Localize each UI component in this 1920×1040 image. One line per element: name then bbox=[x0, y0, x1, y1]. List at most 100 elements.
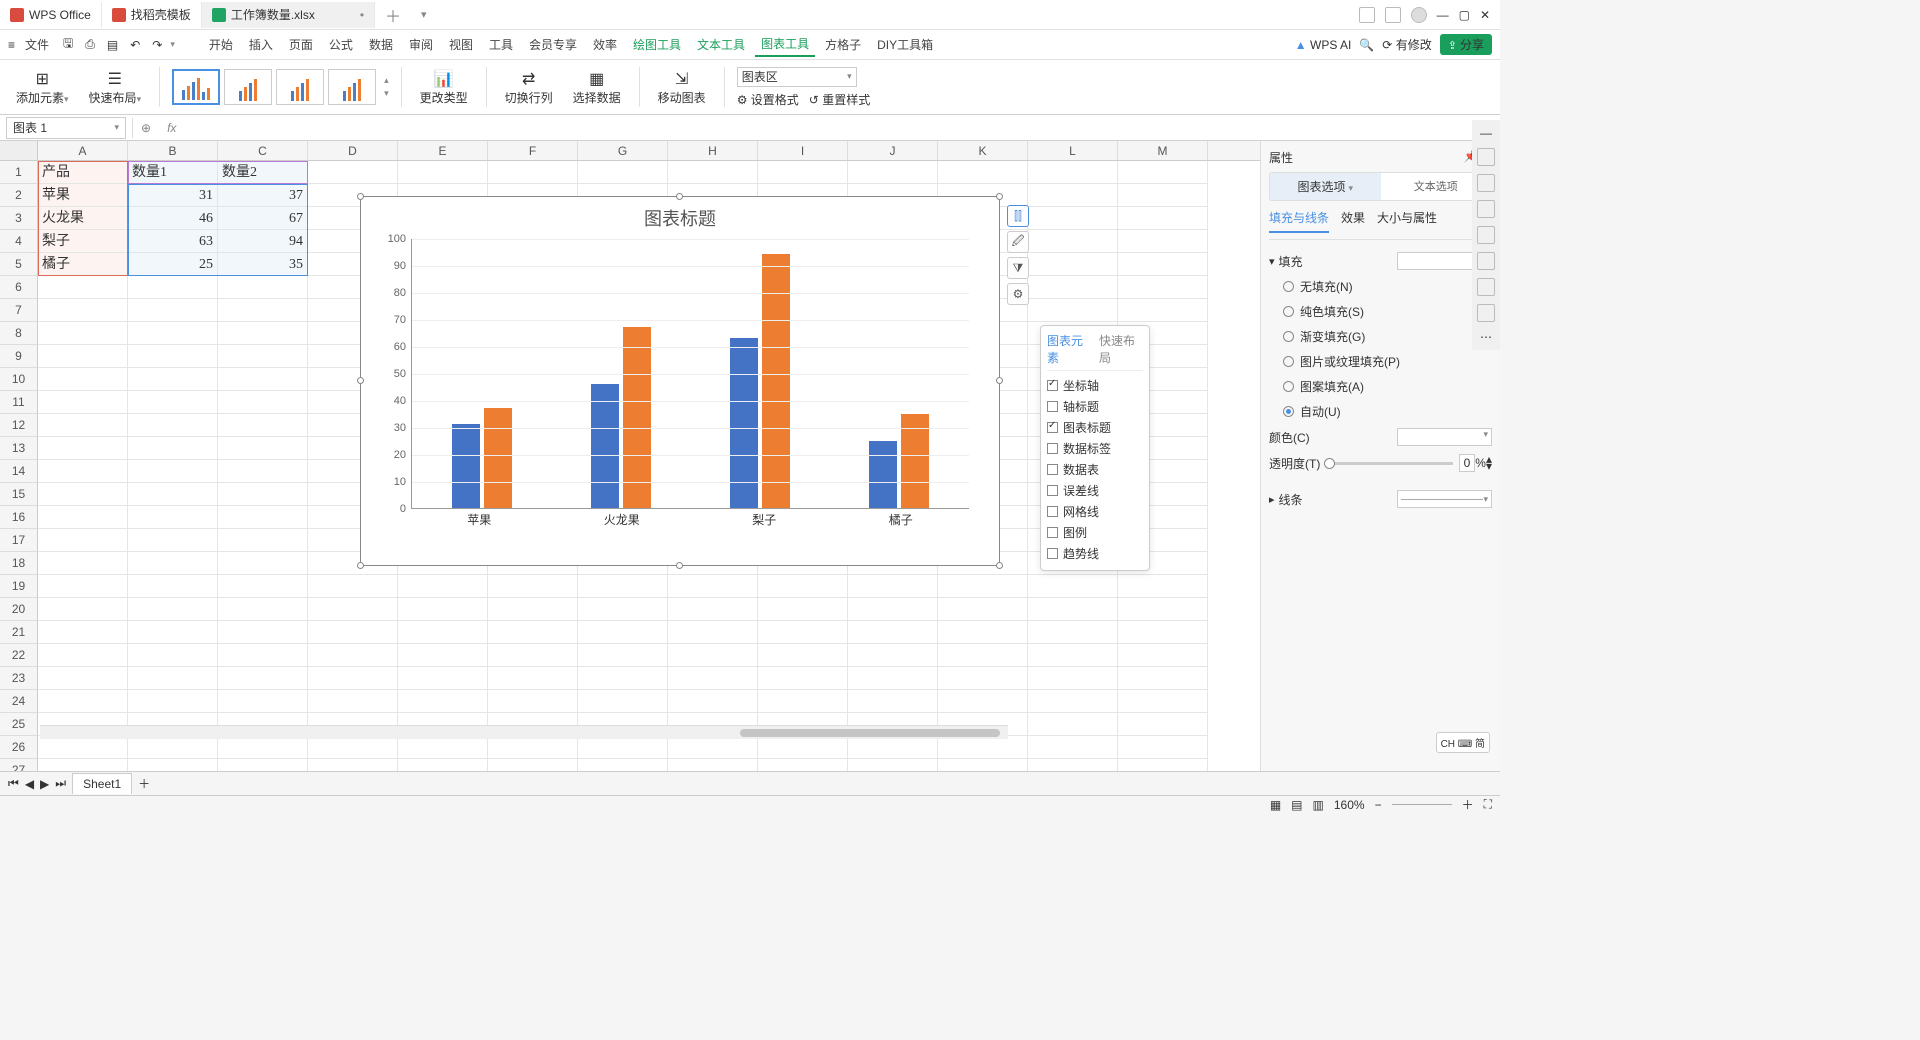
fill-option[interactable]: 自动(U) bbox=[1269, 399, 1492, 424]
opacity-value[interactable]: 0 bbox=[1459, 454, 1476, 472]
col-H[interactable]: H bbox=[668, 141, 758, 160]
cell[interactable] bbox=[848, 598, 938, 621]
line-section-header[interactable]: ▸ 线条▾ bbox=[1269, 486, 1492, 512]
cell[interactable] bbox=[578, 667, 668, 690]
cell[interactable] bbox=[218, 552, 308, 575]
cell[interactable] bbox=[1118, 276, 1208, 299]
cell[interactable] bbox=[128, 460, 218, 483]
file-tab[interactable]: 工作簿数量.xlsx• bbox=[202, 2, 375, 28]
menu-insert[interactable]: 插入 bbox=[243, 33, 279, 56]
cell[interactable] bbox=[128, 437, 218, 460]
sheet-first[interactable]: ⏮ bbox=[8, 776, 19, 791]
cell[interactable] bbox=[308, 690, 398, 713]
move-chart-button[interactable]: ⇲移动图表 bbox=[652, 63, 712, 111]
cell[interactable]: 63 bbox=[128, 230, 218, 253]
cell[interactable] bbox=[668, 575, 758, 598]
zoom-out[interactable]: − bbox=[1375, 798, 1382, 812]
maximize-icon[interactable]: ▢ bbox=[1459, 8, 1470, 22]
cell[interactable] bbox=[1028, 713, 1118, 736]
cell[interactable] bbox=[398, 598, 488, 621]
name-box[interactable]: 图表 1▾ bbox=[6, 117, 126, 139]
col-I[interactable]: I bbox=[758, 141, 848, 160]
row-header[interactable]: 1 bbox=[0, 161, 38, 184]
cell[interactable] bbox=[1118, 667, 1208, 690]
radio-icon[interactable] bbox=[1283, 306, 1294, 317]
cell[interactable] bbox=[218, 736, 308, 759]
color-picker[interactable]: ▾ bbox=[1397, 428, 1492, 446]
preview-icon[interactable]: ▤ bbox=[103, 38, 122, 52]
cell[interactable]: 火龙果 bbox=[38, 207, 128, 230]
chart-filter-button[interactable]: ⧩ bbox=[1007, 257, 1029, 279]
cell[interactable] bbox=[848, 736, 938, 759]
cell[interactable] bbox=[1118, 644, 1208, 667]
cell[interactable] bbox=[38, 483, 128, 506]
tool-shape[interactable] bbox=[1477, 252, 1495, 270]
sheet-tab-1[interactable]: Sheet1 bbox=[72, 773, 132, 794]
tool-style[interactable] bbox=[1477, 200, 1495, 218]
bar[interactable] bbox=[623, 327, 651, 508]
cell[interactable] bbox=[1028, 736, 1118, 759]
cell[interactable] bbox=[488, 575, 578, 598]
cell[interactable] bbox=[218, 667, 308, 690]
menu-diy[interactable]: DIY工具箱 bbox=[871, 33, 939, 56]
cell[interactable] bbox=[128, 621, 218, 644]
cell[interactable] bbox=[938, 598, 1028, 621]
cell[interactable] bbox=[218, 276, 308, 299]
subtab-size[interactable]: 大小与属性 bbox=[1377, 209, 1437, 233]
cell[interactable] bbox=[938, 667, 1028, 690]
menu-text[interactable]: 文本工具 bbox=[691, 33, 751, 56]
cell[interactable] bbox=[308, 161, 398, 184]
cell[interactable] bbox=[38, 529, 128, 552]
select-all-corner[interactable] bbox=[0, 141, 38, 160]
cell[interactable] bbox=[1028, 230, 1118, 253]
checkbox-icon[interactable] bbox=[1047, 527, 1058, 538]
cell[interactable] bbox=[128, 667, 218, 690]
modify-status[interactable]: ⟳ 有修改 bbox=[1382, 36, 1431, 53]
quick-layout-button[interactable]: ☰快速布局▾ bbox=[83, 63, 148, 111]
row-header[interactable]: 14 bbox=[0, 460, 38, 483]
chart-element-item[interactable]: 轴标题 bbox=[1047, 396, 1143, 417]
cell[interactable] bbox=[218, 391, 308, 414]
cell[interactable] bbox=[938, 736, 1028, 759]
checkbox-icon[interactable] bbox=[1047, 401, 1058, 412]
cell[interactable] bbox=[488, 736, 578, 759]
cell[interactable] bbox=[128, 598, 218, 621]
row-header[interactable]: 9 bbox=[0, 345, 38, 368]
save-icon[interactable]: 🖫 bbox=[59, 34, 77, 55]
row-header[interactable]: 10 bbox=[0, 368, 38, 391]
cell[interactable] bbox=[398, 644, 488, 667]
menu-page[interactable]: 页面 bbox=[283, 33, 319, 56]
ce-tab-elements[interactable]: 图表元素 bbox=[1047, 332, 1091, 366]
cell[interactable] bbox=[38, 575, 128, 598]
chart-element-item[interactable]: 误差线 bbox=[1047, 480, 1143, 501]
menu-fangge[interactable]: 方格子 bbox=[819, 33, 867, 56]
cell[interactable]: 数量2 bbox=[218, 161, 308, 184]
row-header[interactable]: 12 bbox=[0, 414, 38, 437]
cell[interactable] bbox=[938, 621, 1028, 644]
cell[interactable] bbox=[578, 690, 668, 713]
col-K[interactable]: K bbox=[938, 141, 1028, 160]
cell[interactable] bbox=[38, 322, 128, 345]
cell[interactable] bbox=[38, 667, 128, 690]
cell[interactable] bbox=[308, 667, 398, 690]
undo-icon[interactable]: ↶ bbox=[126, 38, 144, 52]
cell[interactable] bbox=[1028, 644, 1118, 667]
cell[interactable] bbox=[218, 368, 308, 391]
cell[interactable] bbox=[398, 161, 488, 184]
cell[interactable]: 梨子 bbox=[38, 230, 128, 253]
row-header[interactable]: 4 bbox=[0, 230, 38, 253]
cell[interactable] bbox=[938, 575, 1028, 598]
cell[interactable] bbox=[1028, 161, 1118, 184]
cube-icon[interactable] bbox=[1385, 7, 1401, 23]
cell[interactable] bbox=[38, 690, 128, 713]
cell[interactable] bbox=[218, 644, 308, 667]
col-M[interactable]: M bbox=[1118, 141, 1208, 160]
cell[interactable] bbox=[1118, 621, 1208, 644]
cell[interactable] bbox=[938, 644, 1028, 667]
cell[interactable] bbox=[1118, 230, 1208, 253]
cell[interactable] bbox=[128, 368, 218, 391]
menu-eff[interactable]: 效率 bbox=[587, 33, 623, 56]
checkbox-icon[interactable] bbox=[1047, 464, 1058, 475]
row-header[interactable]: 21 bbox=[0, 621, 38, 644]
checkbox-icon[interactable] bbox=[1047, 506, 1058, 517]
